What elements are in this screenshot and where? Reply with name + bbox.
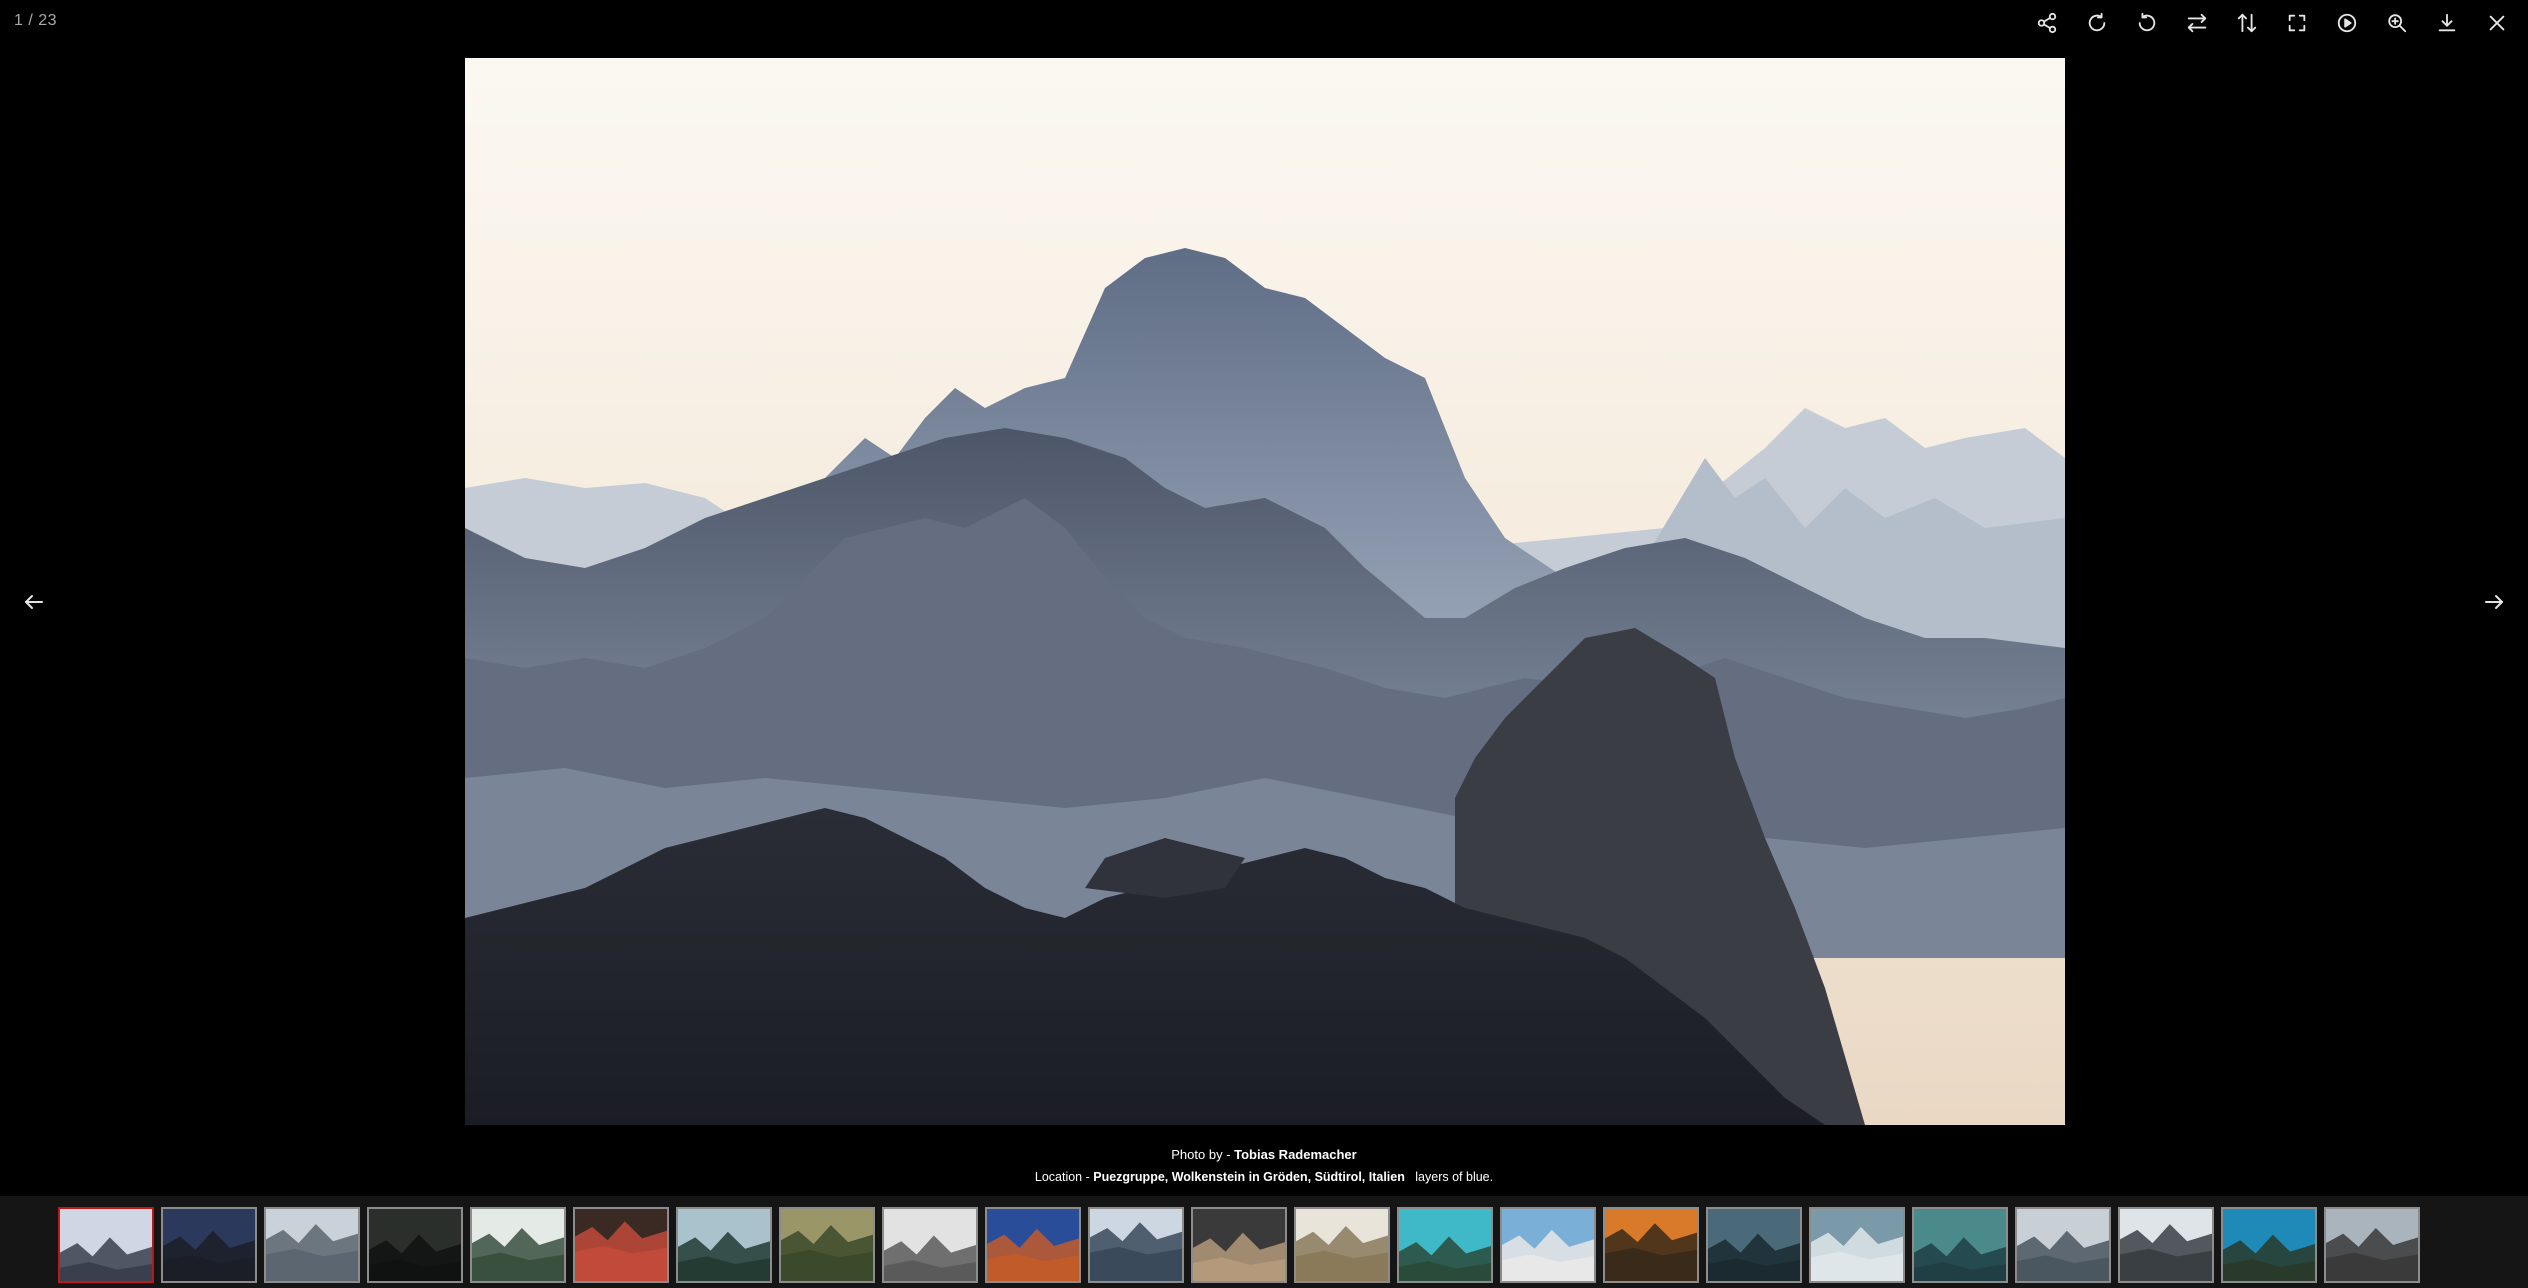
thumbnail-image xyxy=(1399,1209,1491,1281)
photo-location: Location - Puezgruppe, Wolkenstein in Gr… xyxy=(0,1170,2528,1184)
thumbnail-image xyxy=(1296,1209,1388,1281)
location-prefix: Location - xyxy=(1034,1170,1094,1184)
thumbnail-image xyxy=(2017,1209,2109,1281)
thumbnail-image xyxy=(266,1209,358,1281)
thumbnail-item[interactable] xyxy=(1294,1207,1390,1283)
rotate-right-icon xyxy=(2088,12,2106,32)
fullscreen-button[interactable] xyxy=(2272,0,2322,46)
thumbnail-image xyxy=(1914,1209,2006,1281)
thumbnail-item[interactable] xyxy=(882,1207,978,1283)
thumbnail-image xyxy=(2120,1209,2212,1281)
thumbnail-item[interactable] xyxy=(1706,1207,1802,1283)
next-image-button[interactable] xyxy=(2474,582,2514,622)
thumbnail-item[interactable] xyxy=(2118,1207,2214,1283)
rotate-right-button[interactable] xyxy=(2072,0,2122,46)
thumbnail-list xyxy=(58,1207,2420,1283)
toolbar xyxy=(2022,0,2528,46)
flip-horizontal-button[interactable] xyxy=(2172,0,2222,46)
share-button[interactable] xyxy=(2022,0,2072,46)
thumbnail-image xyxy=(2223,1209,2315,1281)
image-counter: 1 / 23 xyxy=(14,12,58,29)
fullscreen-icon xyxy=(2288,14,2306,32)
thumbnail-image xyxy=(1605,1209,1697,1281)
thumbnail-image xyxy=(987,1209,1079,1281)
thumbnail-item[interactable] xyxy=(367,1207,463,1283)
photographer-name: Tobias Rademacher xyxy=(1234,1147,1357,1162)
thumbnail-image xyxy=(884,1209,976,1281)
flip-vertical-button[interactable] xyxy=(2222,0,2272,46)
thumbnail-item[interactable] xyxy=(985,1207,1081,1283)
thumbnail-image xyxy=(2326,1209,2418,1281)
thumbnail-item[interactable] xyxy=(2221,1207,2317,1283)
arrow-right-icon xyxy=(2485,595,2503,609)
play-slideshow-button[interactable] xyxy=(2322,0,2372,46)
rotate-left-icon xyxy=(2138,12,2156,32)
thumbnail-item[interactable] xyxy=(2015,1207,2111,1283)
thumbnail-item[interactable] xyxy=(676,1207,772,1283)
thumbnail-item[interactable] xyxy=(161,1207,257,1283)
thumbnail-item[interactable] xyxy=(1397,1207,1493,1283)
thumbnail-item[interactable] xyxy=(1191,1207,1287,1283)
thumbnail-image xyxy=(1193,1209,1285,1281)
previous-image-button[interactable] xyxy=(14,582,54,622)
thumbnail-item[interactable] xyxy=(1912,1207,2008,1283)
close-button[interactable] xyxy=(2472,0,2522,46)
zoom-in-button[interactable] xyxy=(2372,0,2422,46)
download-button[interactable] xyxy=(2422,0,2472,46)
close-icon xyxy=(2489,15,2505,31)
thumbnail-image xyxy=(678,1209,770,1281)
location-name: Puezgruppe, Wolkenstein in Gröden, Südti… xyxy=(1093,1170,1405,1184)
download-icon xyxy=(2438,13,2456,32)
thumbnail-image xyxy=(1502,1209,1594,1281)
thumbnail-item[interactable] xyxy=(264,1207,360,1283)
thumbnail-item[interactable] xyxy=(1088,1207,1184,1283)
zoom-in-icon xyxy=(2388,14,2407,33)
thumbnail-image xyxy=(369,1209,461,1281)
thumbnail-image xyxy=(163,1209,255,1281)
thumbnail-image xyxy=(1708,1209,1800,1281)
thumbnail-image xyxy=(1090,1209,1182,1281)
thumbnail-item[interactable] xyxy=(58,1207,154,1283)
rotate-left-button[interactable] xyxy=(2122,0,2172,46)
mountain-landscape-image xyxy=(465,58,2065,1125)
thumbnail-item[interactable] xyxy=(1603,1207,1699,1283)
thumbnail-image xyxy=(781,1209,873,1281)
thumbnail-item[interactable] xyxy=(1500,1207,1596,1283)
thumbnail-item[interactable] xyxy=(1809,1207,1905,1283)
photo-credit-prefix: Photo by - xyxy=(1171,1147,1235,1162)
thumbnail-image xyxy=(472,1209,564,1281)
thumbnail-item[interactable] xyxy=(470,1207,566,1283)
thumbnail-strip xyxy=(0,1196,2528,1288)
thumbnail-item[interactable] xyxy=(779,1207,875,1283)
thumbnail-image xyxy=(1811,1209,1903,1281)
play-slideshow-icon xyxy=(2337,13,2357,33)
photo-description: layers of blue. xyxy=(1415,1170,1494,1184)
arrow-left-icon xyxy=(25,595,43,609)
thumbnail-image xyxy=(575,1209,667,1281)
photo-credit: Photo by - Tobias Rademacher xyxy=(0,1147,2528,1162)
flip-horizontal-icon xyxy=(2187,13,2207,33)
thumbnail-item[interactable] xyxy=(573,1207,669,1283)
thumbnail-item[interactable] xyxy=(2324,1207,2420,1283)
share-icon xyxy=(2037,12,2057,34)
thumbnail-image xyxy=(60,1209,152,1281)
main-photo[interactable] xyxy=(465,58,2065,1125)
flip-vertical-icon xyxy=(2237,13,2257,33)
